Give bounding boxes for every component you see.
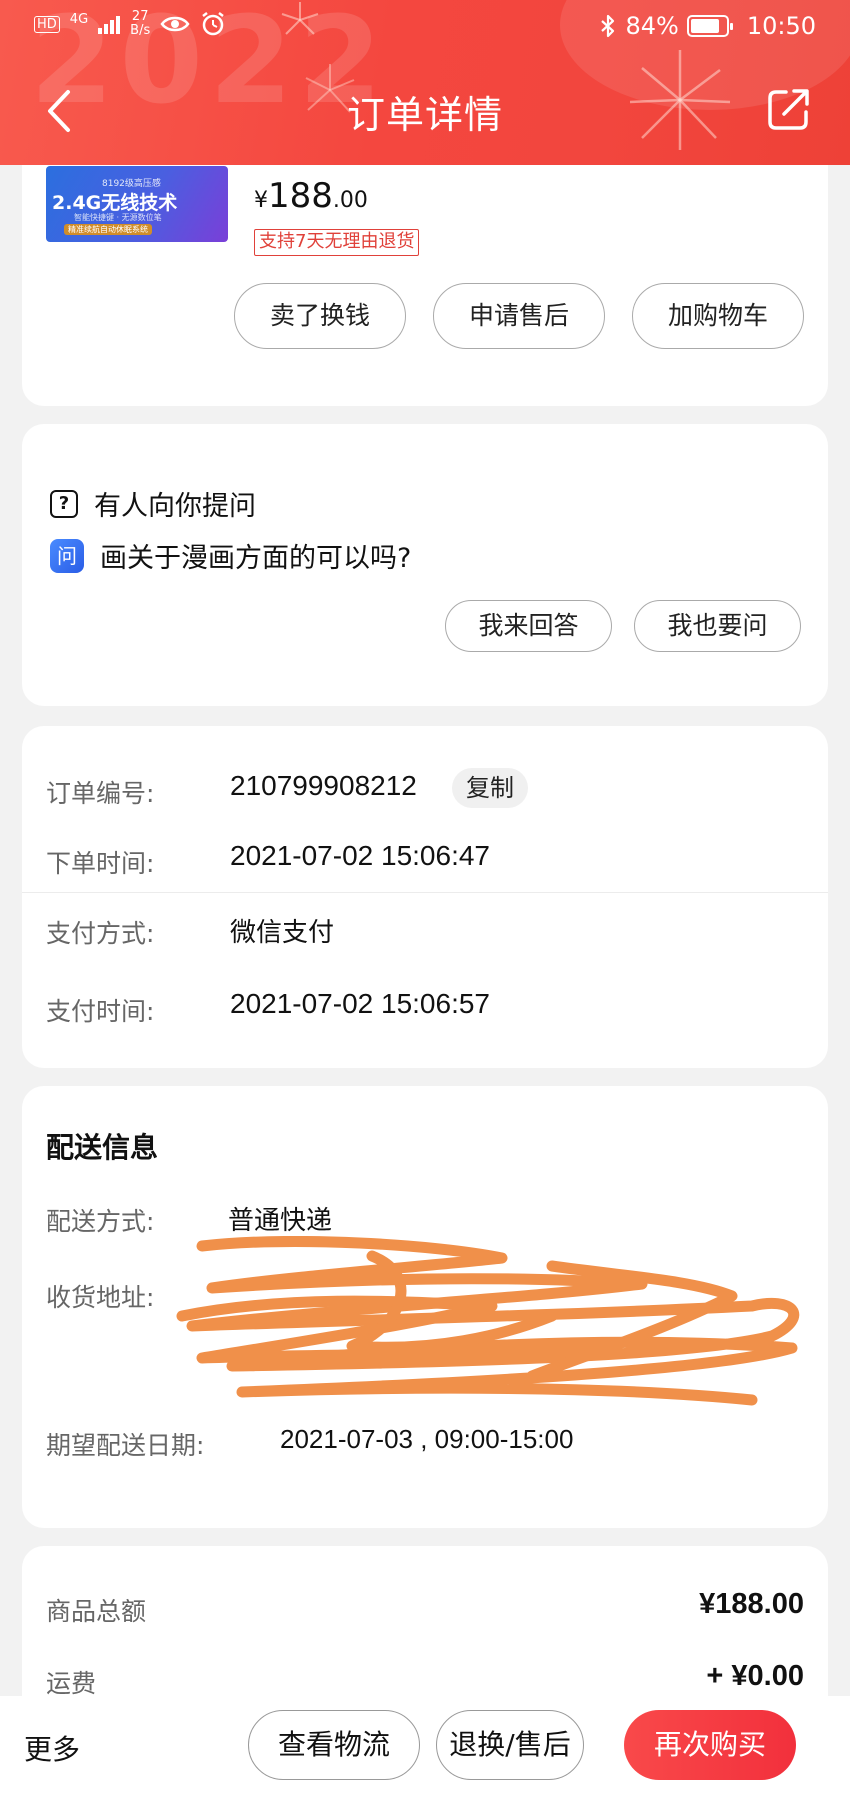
app-header: 2022 HD 4G 27 B/s 84% 10:50 订单详情 [0,0,850,165]
bottom-action-bar: 更多 查看物流 退换/售后 再次购买 [0,1696,850,1809]
sell-button[interactable]: 卖了换钱 [234,283,406,349]
product-image[interactable]: 8192级高压感 2.4G无线技术 智能快捷键 · 无源数位笔 精准续航自动休眠… [46,166,228,242]
expected-date-value: 2021-07-03 , 09:00-15:00 [280,1424,574,1454]
payment-time-value: 2021-07-02 15:06:57 [230,988,490,1019]
question-card[interactable]: ? 有人向你提问 问 画关于漫画方面的可以吗? 我来回答 我也要问 [22,424,828,706]
payment-method-label: 支付方式: [46,919,155,948]
address-redaction-scribble [176,1236,800,1406]
answer-button[interactable]: 我来回答 [445,600,612,652]
battery-icon [686,15,733,37]
order-info-card: 订单编号: 210799908212 复制 下单时间: 2021-07-02 1… [22,726,828,1068]
battery-percent: 84% [625,12,679,40]
question-text: 画关于漫画方面的可以吗? [100,543,412,574]
status-bar-left: HD 4G 27 B/s [34,10,226,38]
page-title: 订单详情 [346,93,503,137]
payment-time-label: 支付时间: [46,997,155,1026]
price-currency: ¥ [254,188,268,213]
network-speed: 27 B/s [130,10,150,38]
expected-date-label: 期望配送日期: [46,1431,205,1460]
goods-total-value: ¥188.00 [699,1588,804,1620]
network-speed-value: 27 [131,9,149,24]
goods-total-label: 商品总额 [46,1597,147,1626]
question-header-label: 有人向你提问 [94,491,256,522]
copy-button[interactable]: 复制 [452,768,528,808]
eye-icon [160,16,190,32]
more-button[interactable]: 更多 [24,1728,80,1768]
signal-icon [98,14,121,34]
payment-method-value: 微信支付 [230,917,335,947]
shipping-fee-label: 运费 [46,1669,97,1698]
product-price: ¥188.00 [254,176,368,216]
question-header: ? 有人向你提问 [50,484,256,523]
question-item[interactable]: 问 画关于漫画方面的可以吗? [50,536,411,575]
clock-time: 10:50 [746,12,816,40]
return-policy-tag: 支持7天无理由退货 [254,229,420,256]
divider [22,892,828,893]
view-logistics-button[interactable]: 查看物流 [248,1710,420,1780]
product-image-line2: 2.4G无线技术 [52,192,178,214]
question-mark-icon: ? [50,489,78,518]
address-label: 收货地址: [46,1283,155,1312]
product-image-line4: 精准续航自动休眠系统 [64,224,152,235]
delivery-card: 配送信息 配送方式: 普通快递 收货地址: 期望配送日期: 2021-07-03… [22,1086,828,1528]
status-bar: HD 4G 27 B/s 84% 10:50 [0,0,850,56]
order-time-value: 2021-07-02 15:06:47 [230,840,490,871]
product-image-line3: 智能快捷键 · 无源数位笔 [74,213,162,222]
alarm-icon [202,12,224,36]
share-icon[interactable] [764,84,812,134]
ask-badge-icon: 问 [50,538,84,573]
ask-too-button[interactable]: 我也要问 [634,600,801,652]
return-after-sales-button[interactable]: 退换/售后 [436,1710,584,1780]
price-integer: 188 [268,176,333,216]
network-speed-unit: B/s [130,23,151,38]
after-sales-button[interactable]: 申请售后 [433,283,605,349]
order-number-value: 210799908212 [230,770,417,801]
buy-again-button[interactable]: 再次购买 [624,1710,796,1780]
delivery-method-value: 普通快递 [228,1205,333,1235]
status-bar-right: 84% 10:50 [599,12,816,40]
network-type: 4G [69,11,89,27]
hd-badge: HD [34,15,60,33]
price-decimal: .00 [332,188,368,213]
add-to-cart-button[interactable]: 加购物车 [632,283,804,349]
bluetooth-icon [601,14,615,38]
order-number-label: 订单编号: [46,779,155,808]
delivery-method-label: 配送方式: [46,1207,155,1236]
delivery-title: 配送信息 [46,1131,159,1164]
order-time-label: 下单时间: [46,849,155,878]
product-card: 8192级高压感 2.4G无线技术 智能快捷键 · 无源数位笔 精准续航自动休眠… [22,130,828,406]
shipping-fee-value: + ¥0.00 [706,1660,804,1692]
battery-fill [690,19,720,33]
